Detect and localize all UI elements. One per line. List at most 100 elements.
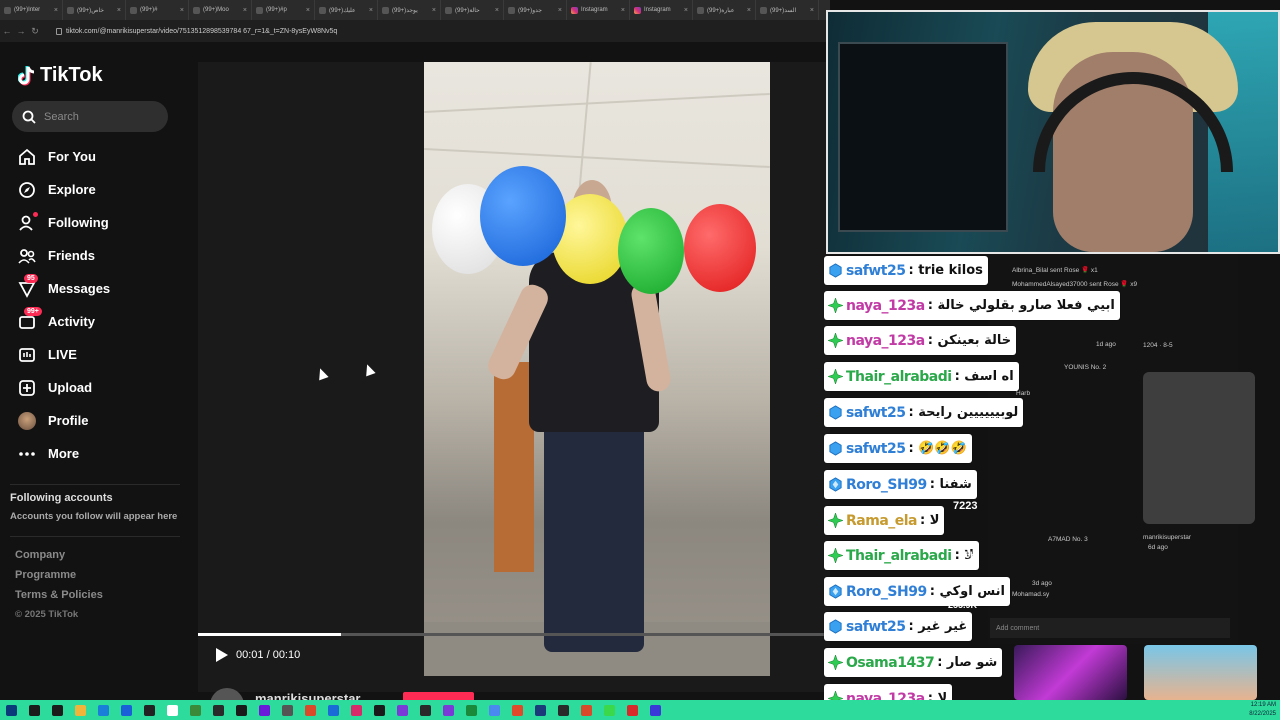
taskbar-app-icon[interactable] <box>650 704 661 716</box>
footer-link-terms[interactable]: Terms & Policies <box>15 589 103 609</box>
nav-item-activity[interactable]: 99+ Activity <box>18 305 188 338</box>
play-icon[interactable] <box>216 648 228 662</box>
nav-item-friends[interactable]: Friends <box>18 239 188 272</box>
taskbar-app-icon[interactable] <box>558 704 569 716</box>
browser-tab[interactable]: (99+)Moo × <box>189 0 252 20</box>
search-input[interactable]: Search <box>12 101 168 132</box>
taskbar-app-icon[interactable] <box>627 704 638 716</box>
video-player[interactable]: 00:01 / 00:10 <box>198 62 830 692</box>
taskbar-app-icon[interactable] <box>443 704 454 716</box>
address-bar[interactable]: ← → ↻ tiktok.com/@manrikisuperstar/video… <box>0 20 830 42</box>
taskbar-app-icon[interactable] <box>374 704 385 716</box>
close-tab-icon[interactable]: × <box>369 7 373 14</box>
taskbar-app-icon[interactable] <box>466 704 477 716</box>
chat-username: safwt25 <box>846 618 906 635</box>
taskbar-app-icon[interactable] <box>236 704 247 716</box>
nav-item-more[interactable]: More <box>18 437 188 470</box>
nav-item-profile[interactable]: Profile <box>18 404 188 437</box>
nav-item-following[interactable]: Following <box>18 206 188 239</box>
browser-tab[interactable]: (99+)السد × <box>756 0 819 20</box>
back-icon[interactable]: ← <box>0 26 14 36</box>
reload-icon[interactable]: ↻ <box>28 26 42 37</box>
close-tab-icon[interactable]: × <box>306 7 310 14</box>
thumbnail[interactable] <box>1144 645 1257 700</box>
video-time: 00:01 / 00:10 <box>236 649 301 661</box>
tiktok-icon <box>445 6 452 14</box>
browser-tab[interactable]: (99+)حالة × <box>441 0 504 20</box>
browser-tab[interactable]: (99+)# × <box>126 0 189 20</box>
close-tab-icon[interactable]: × <box>621 7 625 14</box>
taskbar-app-icon[interactable] <box>351 704 362 716</box>
nav-item-upload[interactable]: Upload <box>18 371 188 404</box>
forward-icon[interactable]: → <box>14 26 28 36</box>
taskbar-app-icon[interactable] <box>144 704 155 716</box>
video-progress-bar[interactable] <box>198 633 830 636</box>
site-info-icon[interactable] <box>56 27 62 35</box>
taskbar-app-icon[interactable] <box>167 704 178 716</box>
nav-item-explore[interactable]: Explore <box>18 173 188 206</box>
search-icon[interactable] <box>29 704 40 716</box>
blue-balloon <box>480 166 566 266</box>
chat-text: : لوبيييييين رايحة <box>908 405 1019 420</box>
close-tab-icon[interactable]: × <box>180 7 184 14</box>
browser-tab[interactable]: Instagram × <box>630 0 693 20</box>
taskbar-clock[interactable]: 12:19 AM 8/22/2025 <box>1249 701 1276 719</box>
taskbar-app-icon[interactable] <box>420 704 431 716</box>
close-tab-icon[interactable]: × <box>432 7 436 14</box>
close-tab-icon[interactable]: × <box>558 7 562 14</box>
chat-message: naya_123a: خالة بعينكن <box>824 326 1017 355</box>
tiktok-logo[interactable]: TikTok <box>18 64 103 87</box>
close-tab-icon[interactable]: × <box>684 7 688 14</box>
taskbar-app-icon[interactable] <box>328 704 339 716</box>
browser-tab[interactable]: (99+)جدو × <box>504 0 567 20</box>
thumbnail[interactable] <box>1014 645 1127 700</box>
taskbar-app-icon[interactable] <box>604 704 615 716</box>
nav-item-live[interactable]: LIVE <box>18 338 188 371</box>
browser-tab[interactable]: Instagram × <box>567 0 630 20</box>
close-tab-icon[interactable]: × <box>117 7 121 14</box>
follow-button[interactable] <box>403 692 474 700</box>
taskbar-app-icon[interactable] <box>259 704 270 716</box>
browser-tab[interactable]: (99+)#p × <box>252 0 315 20</box>
close-tab-icon[interactable]: × <box>810 7 814 14</box>
taskbar-app-icon[interactable] <box>305 704 316 716</box>
footer-link-programme[interactable]: Programme <box>15 569 103 589</box>
panel-text: Mohamad.sy <box>1012 591 1050 598</box>
browser-tab[interactable]: (99+)عبارة × <box>693 0 756 20</box>
taskbar-app-icon[interactable] <box>121 704 132 716</box>
nav-item-messages[interactable]: 95 Messages <box>18 272 188 305</box>
start-icon[interactable] <box>6 704 17 716</box>
taskbar-app-icon[interactable] <box>52 704 63 716</box>
taskbar-app-icon[interactable] <box>282 704 293 716</box>
taskbar-app-icon[interactable] <box>213 704 224 716</box>
video-frame[interactable] <box>424 62 770 676</box>
tiktok-icon <box>67 6 74 14</box>
taskbar-app-icon[interactable] <box>190 704 201 716</box>
close-tab-icon[interactable]: × <box>495 7 499 14</box>
close-tab-icon[interactable]: × <box>243 7 247 14</box>
panel-text: 1d ago <box>1096 341 1116 348</box>
close-tab-icon[interactable]: × <box>54 7 58 14</box>
footer-link-company[interactable]: Company <box>15 549 103 569</box>
taskbar-app-icon[interactable] <box>581 704 592 716</box>
taskbar-app-icon[interactable] <box>98 704 109 716</box>
add-comment-input[interactable]: Add comment <box>990 618 1230 638</box>
taskbar-app-icon[interactable] <box>489 704 500 716</box>
taskbar-app-icon[interactable] <box>397 704 408 716</box>
close-tab-icon[interactable]: × <box>747 7 751 14</box>
chat-message: Roro_SH99: انس اوكي <box>824 577 1010 606</box>
url-field[interactable]: tiktok.com/@manrikisuperstar/video/75135… <box>56 27 337 35</box>
taskbar-app-icon[interactable] <box>535 704 546 716</box>
nav-item-for-you[interactable]: For You <box>18 140 188 173</box>
sparkle-badge-icon <box>828 548 843 563</box>
browser-tab[interactable]: (99+)يوجد × <box>378 0 441 20</box>
nav-label: Messages <box>48 281 111 296</box>
related-video-thumbnail[interactable] <box>1143 372 1255 524</box>
taskbar-app-icon[interactable] <box>75 704 86 716</box>
video-content <box>424 62 770 676</box>
browser-tab[interactable]: (99+)خاص × <box>63 0 126 20</box>
browser-tab[interactable]: (99+)Inter × <box>0 0 63 20</box>
copyright: © 2025 TikTok <box>15 609 79 620</box>
taskbar-app-icon[interactable] <box>512 704 523 716</box>
browser-tab[interactable]: (99+)عليك × <box>315 0 378 20</box>
